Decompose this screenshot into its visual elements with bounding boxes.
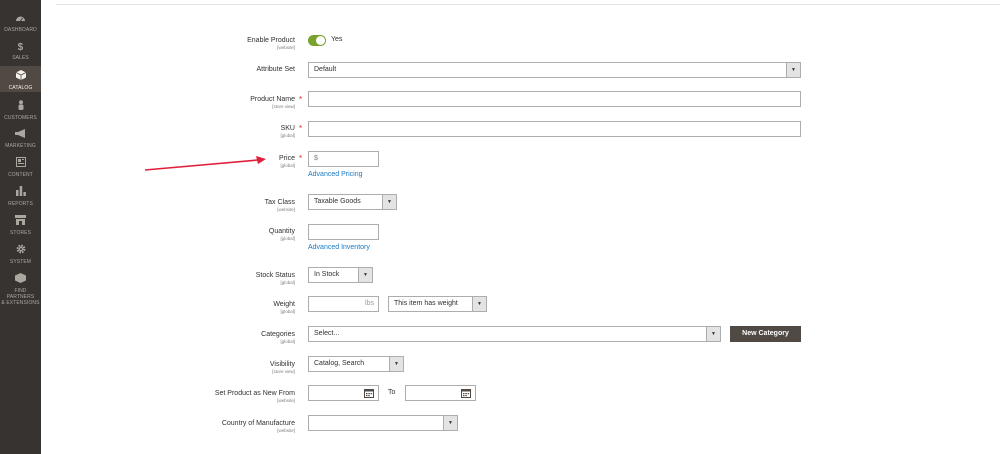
nav-system[interactable]: SYSTEM [0, 244, 41, 266]
nav-catalog[interactable]: CATALOG [0, 66, 41, 92]
advanced-inventory-link[interactable]: Advanced Inventory [308, 244, 370, 251]
tax-class-label: Tax Class [website] [264, 199, 295, 212]
product-name-input[interactable] [308, 91, 801, 107]
stock-status-label: Stock Status [global] [255, 272, 295, 285]
page-top-divider [56, 4, 1000, 5]
product-name-label: Product Name [store view] [250, 96, 295, 109]
dollar-icon: $ [17, 42, 24, 53]
store-icon [0, 215, 41, 228]
toggle-knob [316, 36, 325, 45]
nav-content[interactable]: CONTENT [0, 157, 41, 179]
new-category-button[interactable]: New Category [730, 326, 801, 342]
nav-stores[interactable]: STORES [0, 215, 41, 237]
nav-sales[interactable]: $ SALES [0, 42, 41, 64]
calendar-icon[interactable] [364, 388, 374, 398]
nav-find-partners[interactable]: FIND PARTNERS & EXTENSIONS [0, 273, 41, 306]
partners-icon [0, 273, 41, 286]
person-icon [0, 100, 41, 113]
advanced-pricing-link[interactable]: Advanced Pricing [308, 171, 362, 178]
megaphone-icon [0, 129, 41, 141]
chevron-down-icon: ▼ [358, 268, 372, 282]
quantity-label: Quantity [global] [268, 228, 295, 241]
required-marker: * [299, 95, 303, 104]
sku-input[interactable] [308, 121, 801, 137]
weight-unit: lbs [365, 300, 374, 307]
chevron-down-icon: ▼ [389, 357, 403, 371]
admin-sidebar: DASHBOARD $ SALES CATALOG CUSTOMERS MARK… [0, 0, 41, 454]
chevron-down-icon: ▼ [706, 327, 720, 341]
required-marker: * [299, 124, 303, 133]
enable-product-toggle[interactable] [308, 35, 326, 46]
required-marker: * [299, 154, 303, 163]
sku-label: SKU [global] [280, 125, 295, 138]
currency-prefix: $ [314, 155, 318, 162]
chevron-down-icon: ▼ [382, 195, 396, 209]
content-icon [0, 157, 41, 170]
categories-label: Categories [global] [261, 331, 295, 344]
to-label: To [388, 389, 396, 396]
calendar-icon[interactable] [461, 388, 471, 398]
country-label: Country of Manufacture [website] [221, 420, 295, 433]
enable-product-label: Enable Product [website] [247, 37, 295, 50]
categories-select[interactable]: Select... ▼ [308, 326, 721, 342]
weight-type-select[interactable]: This item has weight ▼ [388, 296, 487, 312]
chevron-down-icon: ▼ [786, 63, 800, 77]
new-from-label: Set Product as New From [website] [214, 390, 295, 403]
nav-customers[interactable]: CUSTOMERS [0, 100, 41, 122]
enable-product-value: Yes [331, 36, 343, 43]
chevron-down-icon: ▼ [443, 416, 457, 430]
nav-marketing[interactable]: MARKETING [0, 129, 41, 151]
new-from-date-input[interactable] [308, 385, 379, 401]
price-input[interactable]: $ [308, 151, 379, 167]
bar-chart-icon [0, 186, 41, 199]
annotation-arrow [144, 156, 266, 171]
price-label: Price [global] [279, 155, 295, 168]
stock-status-select[interactable]: In Stock ▼ [308, 267, 373, 283]
visibility-select[interactable]: Catalog, Search ▼ [308, 356, 404, 372]
dashboard-icon [0, 13, 41, 25]
quantity-input[interactable] [308, 224, 379, 240]
visibility-label: Visibility [store view] [269, 361, 295, 374]
nav-dashboard[interactable]: DASHBOARD [0, 13, 41, 35]
nav-reports[interactable]: REPORTS [0, 186, 41, 208]
weight-label: Weight [global] [273, 301, 295, 314]
chevron-down-icon: ▼ [472, 297, 486, 311]
attribute-set-select[interactable]: Default ▼ [308, 62, 801, 78]
country-select[interactable]: ▼ [308, 415, 458, 431]
cube-icon [0, 70, 41, 83]
attribute-set-label: Attribute Set [256, 66, 295, 73]
tax-class-select[interactable]: Taxable Goods ▼ [308, 194, 397, 210]
gear-icon [0, 244, 41, 257]
new-to-date-input[interactable] [405, 385, 476, 401]
weight-input[interactable]: lbs [308, 296, 379, 312]
